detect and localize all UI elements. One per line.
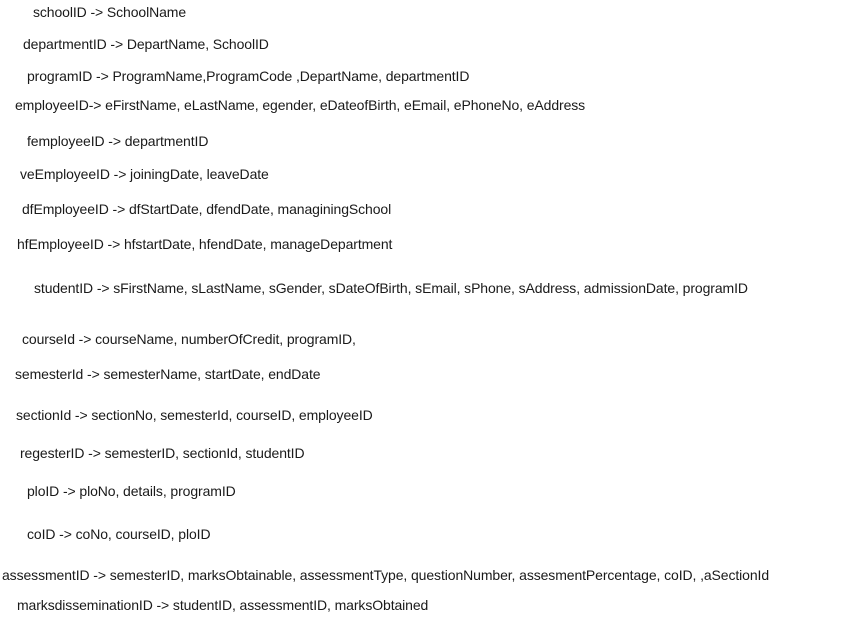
dependency-line: coID -> coNo, courseID, ploID	[27, 526, 211, 542]
dependency-line: departmentID -> DepartName, SchoolID	[23, 36, 269, 52]
dependency-line: marksdisseminationID -> studentID, asses…	[17, 597, 429, 613]
dependency-line: hfEmployeeID -> hfstartDate, hfendDate, …	[17, 236, 393, 252]
dependency-line: veEmployeeID -> joiningDate, leaveDate	[20, 166, 269, 182]
dependency-line: schoolID -> SchoolName	[33, 4, 187, 20]
dependency-line: semesterId -> semesterName, startDate, e…	[15, 366, 321, 382]
dependency-line: femployeeID -> departmentID	[27, 133, 209, 149]
dependency-line: sectionId -> sectionNo, semesterId, cour…	[16, 407, 373, 423]
dependency-line: programID -> ProgramName,ProgramCode ,De…	[27, 68, 470, 84]
dependency-line: regesterID -> semesterID, sectionId, stu…	[20, 445, 305, 461]
dependency-line: dfEmployeeID -> dfStartDate, dfendDate, …	[22, 201, 392, 217]
dependency-line: employeeID-> eFirstName, eLastName, egen…	[15, 97, 586, 113]
dependency-line: assessmentID -> semesterID, marksObtaina…	[2, 567, 770, 583]
dependency-line: ploID -> ploNo, details, programID	[27, 483, 236, 499]
dependency-line: studentID -> sFirstName, sLastName, sGen…	[34, 280, 748, 296]
dependency-line: courseId -> courseName, numberOfCredit, …	[22, 331, 356, 347]
